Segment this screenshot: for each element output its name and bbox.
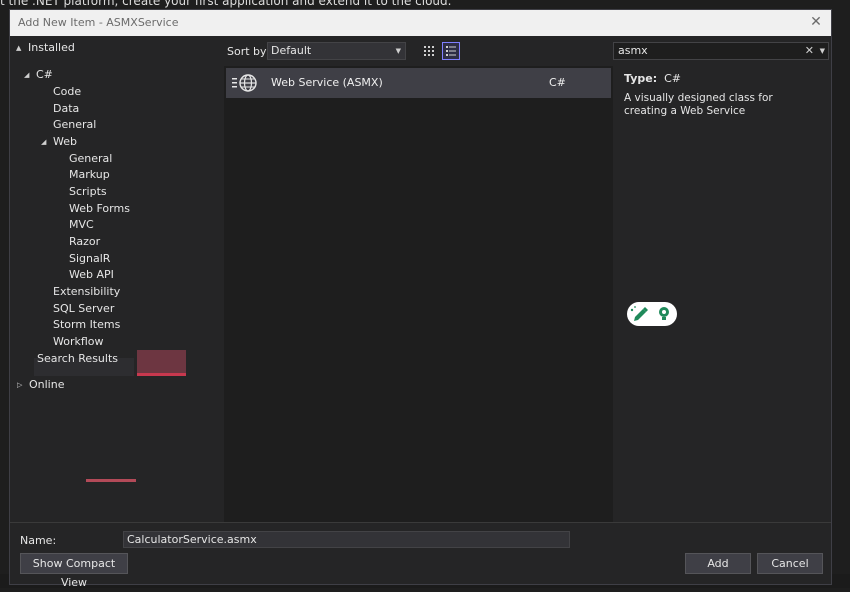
dialog-footer: Name: CalculatorService.asmx Show Compac…: [10, 522, 831, 589]
template-details: Type: C# A visually designed class for c…: [613, 66, 831, 522]
tree-item-search-results[interactable]: Search Results: [37, 351, 118, 367]
tree-item-signalr[interactable]: SignalR: [69, 251, 110, 267]
tree-item-web-general[interactable]: General: [69, 151, 112, 167]
tree-item-general[interactable]: General: [53, 117, 96, 133]
highlight-underline: [137, 373, 186, 376]
collapse-csharp-icon[interactable]: ◢: [24, 67, 29, 83]
tree-item-extensibility[interactable]: Extensibility: [53, 284, 120, 300]
list-item[interactable]: Web Service (ASMX) C#: [226, 68, 611, 98]
web-service-globe-icon: [232, 74, 260, 92]
clear-search-icon[interactable]: ✕: [805, 43, 814, 59]
template-tree: ▲ Installed ◢ C# Code Data General ◢ Web…: [10, 36, 224, 522]
search-options-chevron-icon[interactable]: ▼: [820, 43, 825, 59]
copilot-badge[interactable]: [627, 302, 677, 326]
lightbulb-icon: [659, 307, 669, 320]
sort-label: Sort by:: [227, 45, 270, 58]
background-editor-text: t the .NET platform, create your first a…: [0, 0, 452, 8]
type-row: Type: C#: [624, 72, 681, 85]
close-icon[interactable]: ✕: [807, 13, 825, 31]
tree-item-workflow[interactable]: Workflow: [53, 334, 104, 350]
grid-view-icon[interactable]: [420, 42, 438, 60]
sort-dropdown[interactable]: Default ▼: [267, 42, 406, 60]
list-view-icon[interactable]: [442, 42, 460, 60]
tree-item-data[interactable]: Data: [53, 101, 79, 117]
tree-item-markup[interactable]: Markup: [69, 167, 110, 183]
highlight-marker: [137, 350, 186, 374]
tree-item-web[interactable]: Web: [53, 134, 77, 150]
copilot-edit-icon: [630, 306, 648, 321]
type-value: C#: [664, 72, 682, 85]
name-label: Name:: [20, 534, 57, 547]
tree-item-razor[interactable]: Razor: [69, 234, 100, 250]
tree-item-web-forms[interactable]: Web Forms: [69, 201, 130, 217]
template-description: A visually designed class for creating a…: [624, 92, 773, 117]
collapse-web-icon[interactable]: ◢: [41, 134, 46, 150]
type-label: Type:: [624, 72, 658, 85]
chevron-down-icon: ▼: [395, 47, 401, 55]
sort-value: Default: [271, 44, 312, 57]
dialog-titlebar: Add New Item - ASMXService ✕: [10, 10, 831, 36]
template-name: Web Service (ASMX): [271, 76, 383, 89]
tree-item-installed[interactable]: Installed: [28, 40, 75, 56]
show-compact-view-button[interactable]: Show Compact View: [20, 553, 128, 589]
highlight-mark: [86, 479, 136, 482]
search-value: asmx: [618, 44, 648, 57]
add-new-item-dialog: Add New Item - ASMXService ✕ ▲ Installed…: [9, 9, 832, 589]
tree-item-code[interactable]: Code: [53, 84, 81, 100]
tree-item-scripts[interactable]: Scripts: [69, 184, 107, 200]
tree-item-sql-server[interactable]: SQL Server: [53, 301, 114, 317]
tree-item-online[interactable]: Online: [29, 377, 64, 393]
tree-item-web-api[interactable]: Web API: [69, 267, 114, 283]
add-button[interactable]: Add: [685, 553, 751, 574]
collapse-installed-icon[interactable]: ▲: [16, 40, 21, 56]
tree-item-mvc[interactable]: MVC: [69, 217, 94, 233]
search-input[interactable]: asmx ✕ ▼: [613, 42, 829, 60]
cancel-button[interactable]: Cancel: [757, 553, 823, 574]
tree-item-storm-items[interactable]: Storm Items: [53, 317, 120, 333]
tree-item-csharp[interactable]: C#: [36, 67, 53, 83]
template-language: C#: [549, 76, 566, 89]
template-list: Web Service (ASMX) C#: [224, 66, 613, 522]
expand-online-icon[interactable]: ▷: [17, 377, 22, 393]
dialog-title: Add New Item - ASMXService: [18, 16, 179, 29]
name-field[interactable]: CalculatorService.asmx: [123, 531, 570, 548]
